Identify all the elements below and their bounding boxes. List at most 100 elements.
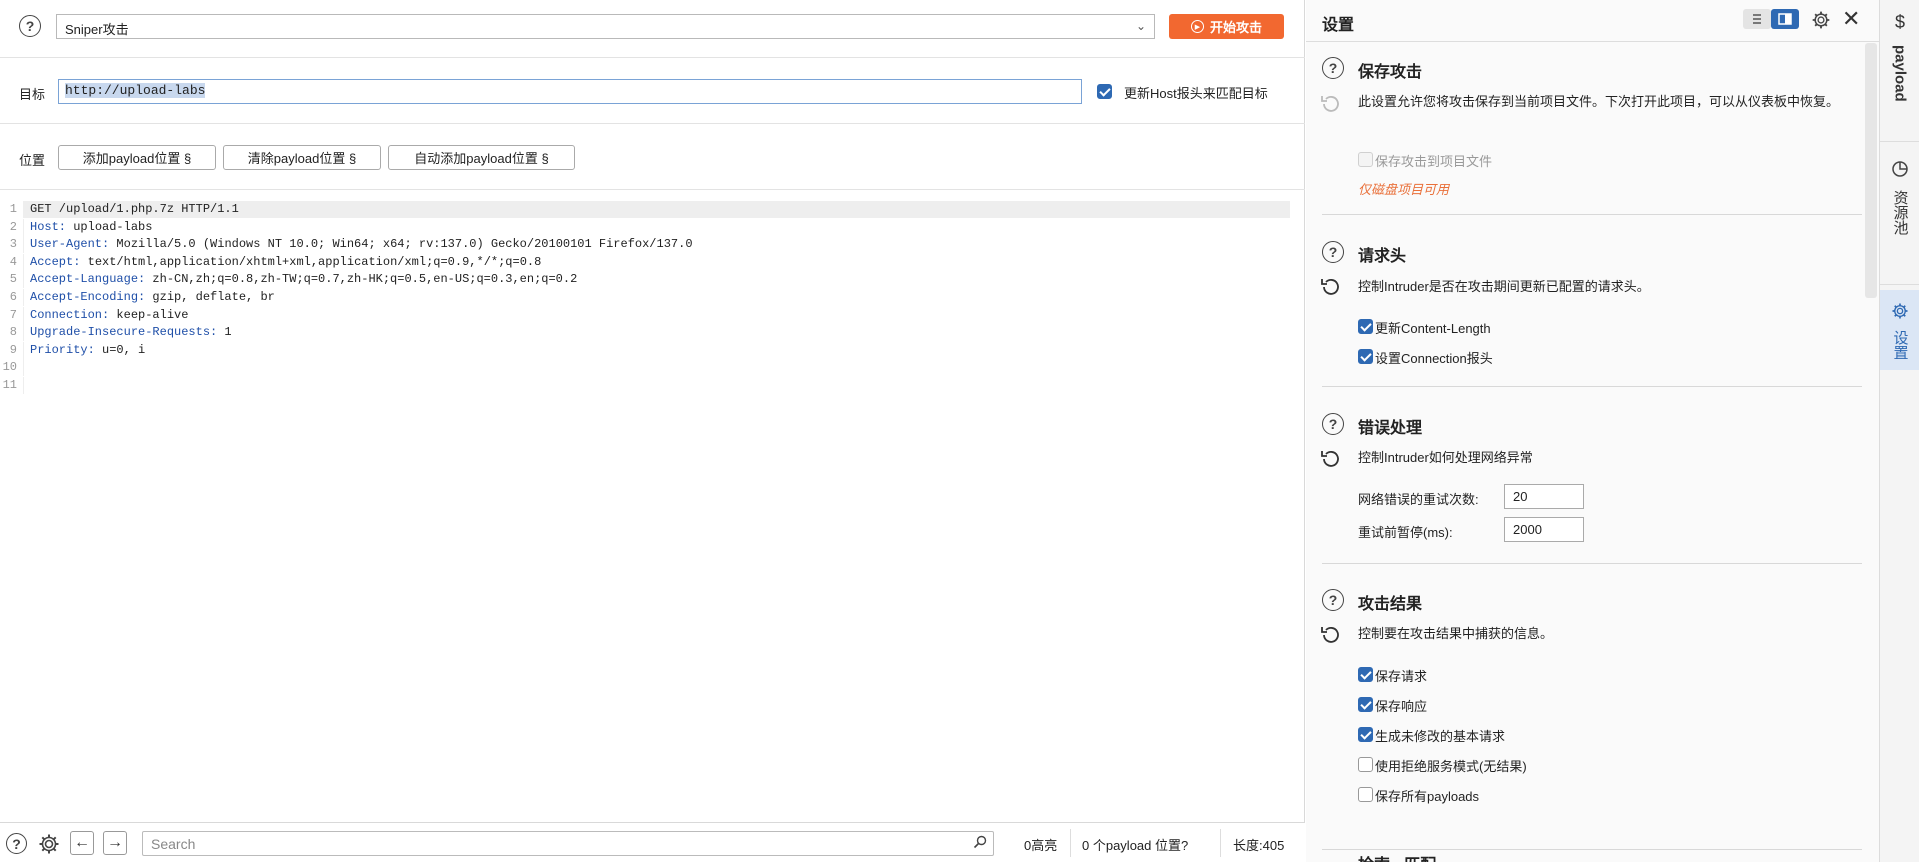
settings-scrollbar[interactable] bbox=[1865, 43, 1877, 298]
close-icon[interactable]: ✕ bbox=[1842, 8, 1860, 30]
settings-header: 设置 ✕ bbox=[1306, 0, 1879, 42]
help-icon[interactable]: ? bbox=[19, 15, 41, 37]
attack-result-option-label: 保存所有payloads bbox=[1375, 789, 1480, 804]
update-host-checkbox[interactable] bbox=[1097, 84, 1112, 99]
request-line[interactable]: 6 Accept-Encoding: gzip, deflate, br bbox=[0, 289, 1290, 306]
line-number: 11 bbox=[0, 377, 24, 394]
header-value: text/html,application/xhtml+xml,applicat… bbox=[80, 254, 542, 269]
header-name: Priority: bbox=[30, 342, 95, 357]
editor-bottom-bar: ? ← → Search 0高亮 0 个payload 位置? 长度:405 bbox=[0, 822, 1305, 862]
payload-positions-count: 0 个payload 位置? bbox=[1082, 838, 1189, 853]
start-attack-label: 开始攻击 bbox=[1209, 20, 1262, 35]
back-arrow-icon[interactable]: ← bbox=[70, 831, 94, 855]
header-name: User-Agent: bbox=[30, 237, 110, 252]
intruder-positions-panel: ? Sniper攻击 ⌄ ▶ 开始攻击 目标 http://upload-lab… bbox=[0, 0, 1305, 862]
add-payload-position-button[interactable]: 添加payload位置 § bbox=[58, 145, 216, 170]
chevron-down-icon: ⌄ bbox=[1135, 19, 1146, 33]
header-value: u=0, i bbox=[94, 342, 146, 357]
target-input[interactable]: http://upload-labs bbox=[58, 79, 1082, 104]
request-line[interactable]: 5 Accept-Language: zh-CN,zh;q=0.8,zh-TW;q… bbox=[0, 271, 1290, 289]
update-host-label: 更新Host报头来匹配目标 bbox=[1124, 86, 1268, 101]
tab-payload-label: payload bbox=[1891, 45, 1909, 102]
layout-list-icon[interactable] bbox=[1743, 9, 1771, 29]
attack-result-option-checkbox[interactable] bbox=[1358, 727, 1373, 742]
line-number: 1 bbox=[0, 201, 24, 218]
tab-resource-pool-label: 资源池 bbox=[1891, 190, 1909, 235]
request-line[interactable]: 9 Priority: u=0, i bbox=[0, 341, 1290, 359]
help-icon[interactable]: ? bbox=[6, 833, 27, 854]
reset-icon[interactable] bbox=[1319, 624, 1341, 646]
help-icon[interactable]: ? bbox=[1322, 241, 1344, 263]
header-value: zh-CN,zh;q=0.8,zh-TW;q=0.7,zh-HK;q=0.5,e… bbox=[145, 272, 578, 287]
positions-row: 位置 添加payload位置 § 清除payload位置 § 自动添加paylo… bbox=[0, 125, 1305, 190]
request-line[interactable]: 10 bbox=[0, 359, 1290, 377]
tab-resource-pool[interactable]: 资源池 bbox=[1880, 160, 1919, 285]
request-line[interactable]: 8 Upgrade-Insecure-Requests: 1 bbox=[0, 324, 1290, 342]
attack-result-option-checkbox[interactable] bbox=[1358, 667, 1373, 682]
request-headers-title: 请求头 bbox=[1358, 248, 1407, 265]
retries-label: 网络错误的重试次数: bbox=[1358, 492, 1479, 507]
start-attack-button[interactable]: ▶ 开始攻击 bbox=[1169, 14, 1284, 39]
attack-result-option-label: 保存响应 bbox=[1375, 699, 1428, 714]
save-attack-description: 此设置允许您将攻击保存到当前项目文件。下次打开此项目，可以从仪表板中恢复。 bbox=[1358, 94, 1840, 109]
divider bbox=[1322, 563, 1862, 564]
request-line[interactable]: 7 Connection: keep-alive bbox=[0, 306, 1290, 324]
side-tab-rail: $ payload 资源池 设置 bbox=[1879, 0, 1919, 862]
auto-add-payload-positions-button[interactable]: 自动添加payload位置 § bbox=[388, 145, 575, 170]
target-row: 目标 http://upload-labs 更新Host报头来匹配目标 bbox=[0, 59, 1305, 124]
update-content-length-checkbox[interactable] bbox=[1358, 319, 1373, 334]
clear-payload-positions-button[interactable]: 清除payload位置 § bbox=[223, 145, 381, 170]
divider bbox=[1070, 829, 1071, 857]
request-line[interactable]: 2 Host: upload-labs bbox=[0, 218, 1290, 236]
gear-icon[interactable] bbox=[1811, 10, 1831, 30]
header-value: gzip, deflate, br bbox=[145, 290, 275, 304]
retries-input[interactable]: 20 bbox=[1504, 484, 1584, 509]
line-number: 2 bbox=[0, 218, 24, 236]
reset-icon[interactable] bbox=[1319, 93, 1341, 115]
save-to-project-label: 保存攻击到项目文件 bbox=[1375, 154, 1493, 169]
target-label: 目标 bbox=[19, 87, 46, 102]
attack-result-option-label: 生成未修改的基本请求 bbox=[1375, 729, 1506, 744]
attack-result-option-checkbox[interactable] bbox=[1358, 697, 1373, 712]
target-url-value: http://upload-labs bbox=[65, 83, 206, 98]
header-name: Accept: bbox=[30, 254, 81, 269]
disk-only-warning: 仅磁盘项目可用 bbox=[1358, 182, 1450, 197]
attack-result-option-checkbox[interactable] bbox=[1358, 787, 1373, 802]
pie-chart-icon bbox=[1892, 161, 1908, 177]
reset-icon[interactable] bbox=[1319, 276, 1341, 298]
pause-label: 重试前暂停(ms): bbox=[1358, 525, 1453, 540]
divider bbox=[1220, 829, 1221, 857]
tab-settings[interactable]: 设置 bbox=[1880, 290, 1919, 370]
gear-icon[interactable] bbox=[37, 832, 61, 856]
settings-title: 设置 bbox=[1322, 17, 1355, 34]
set-connection-header-checkbox[interactable] bbox=[1358, 349, 1373, 364]
save-to-project-checkbox[interactable] bbox=[1358, 152, 1373, 167]
divider bbox=[1322, 214, 1862, 215]
request-line[interactable]: 11 bbox=[0, 377, 1290, 394]
play-icon: ▶ bbox=[1190, 20, 1204, 33]
attack-result-option-checkbox[interactable] bbox=[1358, 757, 1373, 772]
divider bbox=[1322, 386, 1862, 387]
request-line[interactable]: 4 Accept: text/html,application/xhtml+xml… bbox=[0, 253, 1290, 271]
search-input[interactable]: Search bbox=[142, 831, 994, 856]
error-handling-description: 控制Intruder如何处理网络异常 bbox=[1358, 450, 1533, 465]
save-attack-title: 保存攻击 bbox=[1358, 64, 1423, 81]
forward-arrow-icon[interactable]: → bbox=[103, 831, 127, 855]
line-number: 4 bbox=[0, 253, 24, 271]
reset-icon[interactable] bbox=[1319, 448, 1341, 470]
header-value: Mozilla/5.0 (Windows NT 10.0; Win64; x64… bbox=[109, 237, 693, 252]
tab-settings-label: 设置 bbox=[1891, 330, 1909, 360]
attack-type-select[interactable]: Sniper攻击 ⌄ bbox=[56, 14, 1155, 39]
header-name: Upgrade-Insecure-Requests: bbox=[30, 325, 218, 340]
line-number: 9 bbox=[0, 341, 24, 359]
request-line[interactable]: 3 User-Agent: Mozilla/5.0 (Windows NT 10.… bbox=[0, 236, 1290, 254]
help-icon[interactable]: ? bbox=[1322, 589, 1344, 611]
help-icon[interactable]: ? bbox=[1322, 57, 1344, 79]
request-line[interactable]: 1 GET /upload/1.php.7z HTTP/1.1 bbox=[0, 201, 1290, 218]
tab-payload[interactable]: $ payload bbox=[1880, 12, 1919, 142]
help-icon[interactable]: ? bbox=[1322, 413, 1344, 435]
line-number: 8 bbox=[0, 324, 24, 342]
request-editor[interactable]: 1 GET /upload/1.php.7z HTTP/1.1 2 Host: upl… bbox=[0, 191, 1305, 821]
layout-split-icon[interactable] bbox=[1771, 9, 1799, 29]
pause-input[interactable]: 2000 bbox=[1504, 517, 1584, 542]
